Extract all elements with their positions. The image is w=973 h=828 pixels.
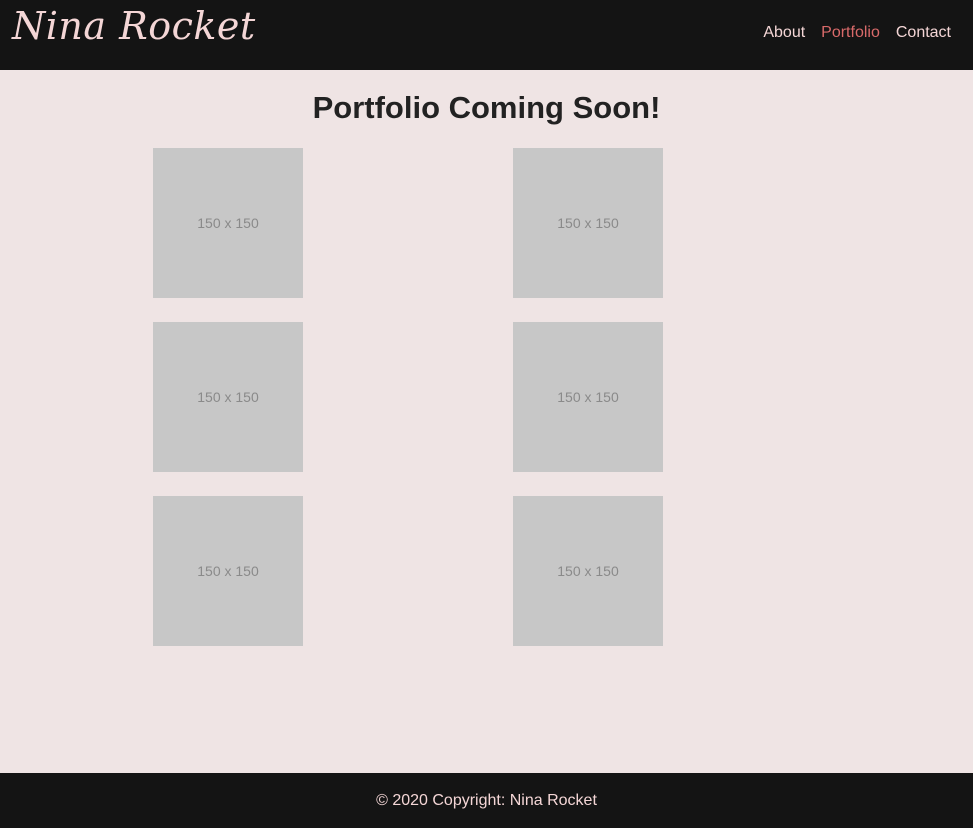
portfolio-thumbnail-6: 150 x 150 xyxy=(513,496,663,646)
thumbnail-placeholder-label: 150 x 150 xyxy=(197,563,259,579)
portfolio-thumbnail-2: 150 x 150 xyxy=(513,148,663,298)
thumbnail-placeholder-label: 150 x 150 xyxy=(197,215,259,231)
thumbnail-placeholder-label: 150 x 150 xyxy=(557,215,619,231)
portfolio-thumbnail-1: 150 x 150 xyxy=(153,148,303,298)
thumbnail-placeholder-label: 150 x 150 xyxy=(557,563,619,579)
navbar: Nina Rocket About Portfolio Contact xyxy=(0,0,973,70)
footer-copyright: © 2020 Copyright: Nina Rocket xyxy=(376,791,597,809)
nav-link-about[interactable]: About xyxy=(763,24,805,41)
portfolio-thumbnail-3: 150 x 150 xyxy=(153,322,303,472)
nav-menu: About Portfolio Contact xyxy=(763,24,951,42)
nav-item-portfolio: Portfolio xyxy=(821,24,880,42)
thumbnail-placeholder-label: 150 x 150 xyxy=(197,389,259,405)
nav-link-contact[interactable]: Contact xyxy=(896,24,951,41)
portfolio-thumbnail-4: 150 x 150 xyxy=(513,322,663,472)
thumbnail-placeholder-label: 150 x 150 xyxy=(557,389,619,405)
portfolio-thumbnail-5: 150 x 150 xyxy=(153,496,303,646)
page-title: Portfolio Coming Soon! xyxy=(312,90,661,125)
footer: © 2020 Copyright: Nina Rocket xyxy=(0,773,973,828)
brand-logo[interactable]: Nina Rocket xyxy=(12,4,256,48)
nav-link-portfolio[interactable]: Portfolio xyxy=(821,24,880,41)
nav-item-about: About xyxy=(763,24,805,42)
nav-item-contact: Contact xyxy=(896,24,951,42)
